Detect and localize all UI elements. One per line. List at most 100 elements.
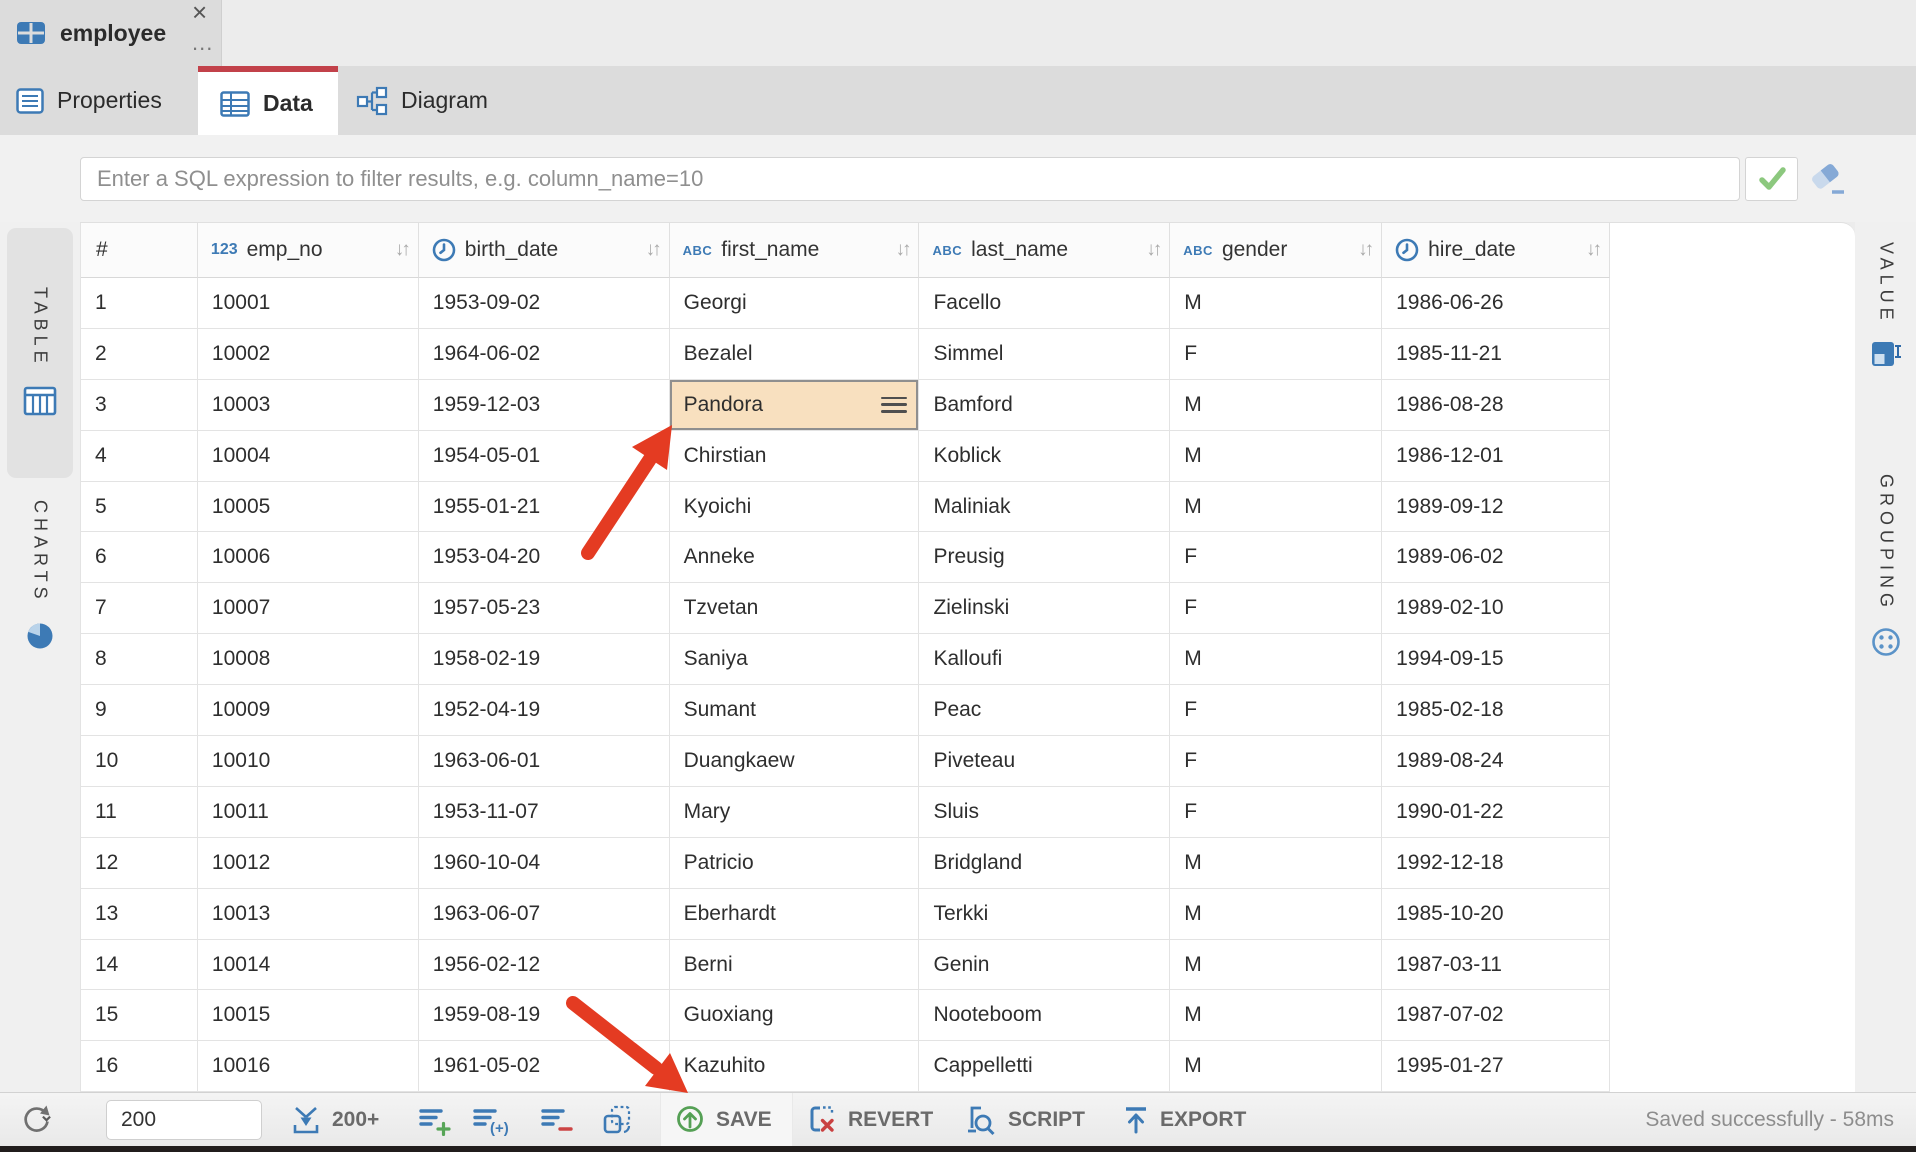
table-cell[interactable]: 1961-05-02 xyxy=(419,1041,670,1092)
export-button[interactable]: EXPORT xyxy=(1122,1093,1246,1146)
table-cell[interactable]: 1955-01-21 xyxy=(419,482,670,533)
table-cell[interactable]: M xyxy=(1170,380,1382,431)
delete-row-button[interactable] xyxy=(540,1093,574,1146)
table-cell[interactable]: Nooteboom xyxy=(919,990,1170,1041)
table-cell[interactable]: 1992-12-18 xyxy=(1382,838,1610,889)
table-cell[interactable]: Genin xyxy=(919,940,1170,991)
fetch-next-page-button[interactable]: 200+ xyxy=(290,1093,379,1146)
table-cell[interactable]: 1953-04-20 xyxy=(419,532,670,583)
table-cell[interactable]: Kalloufi xyxy=(919,634,1170,685)
table-cell[interactable]: F xyxy=(1170,329,1382,380)
table-cell[interactable]: M xyxy=(1170,482,1382,533)
table-cell[interactable]: 1990-01-22 xyxy=(1382,787,1610,838)
table-cell[interactable]: 1956-02-12 xyxy=(419,940,670,991)
save-button[interactable]: SAVE xyxy=(674,1093,772,1146)
table-cell[interactable]: Zielinski xyxy=(919,583,1170,634)
table-cell[interactable]: 1963-06-07 xyxy=(419,889,670,940)
more-icon[interactable]: ... xyxy=(192,32,213,54)
sort-icon[interactable]: ↓↑ xyxy=(1586,239,1609,261)
row-number-cell[interactable]: 5 xyxy=(81,482,198,533)
table-cell[interactable]: 10008 xyxy=(198,634,419,685)
column-header-hire-date[interactable]: hire_date ↓↑ xyxy=(1382,223,1610,278)
panel-tab-table[interactable]: TABLE xyxy=(7,228,73,478)
table-cell[interactable]: 1964-06-02 xyxy=(419,329,670,380)
revert-button[interactable]: REVERT xyxy=(806,1093,933,1146)
row-number-cell[interactable]: 15 xyxy=(81,990,198,1041)
table-cell[interactable]: 10006 xyxy=(198,532,419,583)
table-cell[interactable]: F xyxy=(1170,736,1382,787)
table-cell[interactable]: 10016 xyxy=(198,1041,419,1092)
row-number-cell[interactable]: 11 xyxy=(81,787,198,838)
duplicate-row-button[interactable]: (+) xyxy=(472,1093,514,1146)
table-cell[interactable]: 1959-12-03 xyxy=(419,380,670,431)
table-cell[interactable]: 1985-11-21 xyxy=(1382,329,1610,380)
table-cell[interactable]: 1986-08-28 xyxy=(1382,380,1610,431)
table-cell[interactable]: Bezalel xyxy=(670,329,920,380)
column-header-last-name[interactable]: ABC last_name ↓↑ xyxy=(919,223,1170,278)
table-cell[interactable]: Piveteau xyxy=(919,736,1170,787)
row-number-cell[interactable]: 12 xyxy=(81,838,198,889)
sort-icon[interactable]: ↓↑ xyxy=(1358,239,1381,261)
table-cell[interactable]: M xyxy=(1170,278,1382,329)
table-cell[interactable]: 10002 xyxy=(198,329,419,380)
table-cell[interactable]: M xyxy=(1170,990,1382,1041)
row-number-cell[interactable]: 6 xyxy=(81,532,198,583)
table-cell[interactable]: Mary xyxy=(670,787,920,838)
row-number-cell[interactable]: 2 xyxy=(81,329,198,380)
table-cell[interactable]: Koblick xyxy=(919,431,1170,482)
table-cell[interactable]: 1952-04-19 xyxy=(419,685,670,736)
table-cell[interactable]: Berni xyxy=(670,940,920,991)
table-cell[interactable]: M xyxy=(1170,889,1382,940)
row-number-cell[interactable]: 10 xyxy=(81,736,198,787)
table-cell[interactable]: Peac xyxy=(919,685,1170,736)
table-cell[interactable]: Bamford xyxy=(919,380,1170,431)
table-cell[interactable]: 1985-02-18 xyxy=(1382,685,1610,736)
table-cell[interactable]: Bridgland xyxy=(919,838,1170,889)
table-cell[interactable]: 1989-08-24 xyxy=(1382,736,1610,787)
column-header-rownum[interactable]: # xyxy=(81,223,198,278)
row-number-cell[interactable]: 16 xyxy=(81,1041,198,1092)
add-row-button[interactable] xyxy=(418,1093,452,1146)
row-number-cell[interactable]: 13 xyxy=(81,889,198,940)
table-cell[interactable]: 1987-07-02 xyxy=(1382,990,1610,1041)
clear-filter-button[interactable] xyxy=(1806,161,1850,199)
tab-employee[interactable]: employee × ... xyxy=(0,0,222,66)
table-cell[interactable]: Maliniak xyxy=(919,482,1170,533)
table-cell[interactable]: 1963-06-01 xyxy=(419,736,670,787)
table-cell[interactable]: 1985-10-20 xyxy=(1382,889,1610,940)
table-cell[interactable]: 1987-03-11 xyxy=(1382,940,1610,991)
panel-tab-value[interactable]: VALUE xyxy=(1861,242,1911,369)
tab-properties[interactable]: Properties xyxy=(0,66,198,135)
table-cell[interactable]: 10004 xyxy=(198,431,419,482)
table-cell[interactable]: 1957-05-23 xyxy=(419,583,670,634)
table-cell[interactable]: 1959-08-19 xyxy=(419,990,670,1041)
column-header-emp-no[interactable]: 123 emp_no ↓↑ xyxy=(198,223,419,278)
table-cell[interactable]: F xyxy=(1170,532,1382,583)
table-cell[interactable]: 1986-06-26 xyxy=(1382,278,1610,329)
table-cell[interactable]: M xyxy=(1170,1041,1382,1092)
table-cell[interactable]: M xyxy=(1170,838,1382,889)
table-cell[interactable]: 1989-06-02 xyxy=(1382,532,1610,583)
table-cell[interactable]: Chirstian xyxy=(670,431,920,482)
panel-tab-grouping[interactable]: GROUPING xyxy=(1861,474,1911,658)
table-cell[interactable]: 10007 xyxy=(198,583,419,634)
table-cell[interactable]: Saniya xyxy=(670,634,920,685)
table-cell[interactable]: 1989-02-10 xyxy=(1382,583,1610,634)
column-header-birth-date[interactable]: birth_date ↓↑ xyxy=(419,223,670,278)
table-cell[interactable]: 10013 xyxy=(198,889,419,940)
table-cell[interactable]: Duangkaew xyxy=(670,736,920,787)
close-icon[interactable]: × xyxy=(192,0,207,26)
table-cell[interactable]: Tzvetan xyxy=(670,583,920,634)
table-cell[interactable]: Georgi xyxy=(670,278,920,329)
apply-filter-button[interactable] xyxy=(1745,157,1798,201)
column-header-first-name[interactable]: ABC first_name ↓↑ xyxy=(670,223,920,278)
table-cell[interactable]: M xyxy=(1170,431,1382,482)
row-number-cell[interactable]: 7 xyxy=(81,583,198,634)
table-cell[interactable]: 10011 xyxy=(198,787,419,838)
selected-cell[interactable]: Pandora xyxy=(670,380,920,431)
script-button[interactable]: SCRIPT xyxy=(964,1093,1085,1146)
table-cell[interactable]: 10005 xyxy=(198,482,419,533)
table-cell[interactable]: Guoxiang xyxy=(670,990,920,1041)
row-number-cell[interactable]: 1 xyxy=(81,278,198,329)
tab-diagram[interactable]: Diagram xyxy=(338,66,524,135)
